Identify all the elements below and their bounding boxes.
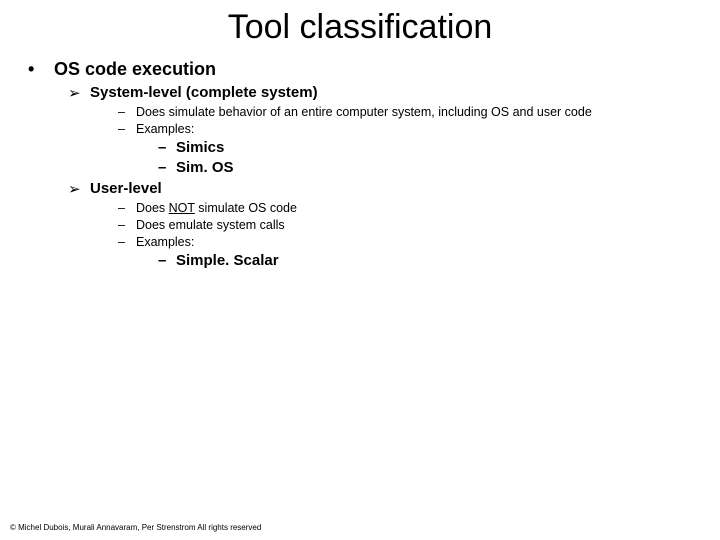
bullet-lvl2: ➢ System-level (complete system) <box>68 84 710 102</box>
slide-body: • OS code execution ➢ System-level (comp… <box>0 59 720 271</box>
lvl3-text: Examples: <box>136 234 194 251</box>
dash-icon: – <box>118 121 136 138</box>
dash-icon: – <box>118 234 136 251</box>
bullet-lvl1: • OS code execution <box>28 59 710 80</box>
bullet-lvl3: – Does emulate system calls <box>118 217 710 234</box>
lvl3-text: Does simulate behavior of an entire comp… <box>136 104 592 121</box>
lvl3-text: Does NOT simulate OS code <box>136 200 297 217</box>
dash-icon: – <box>158 138 176 158</box>
bullet-lvl3: – Does NOT simulate OS code <box>118 200 710 217</box>
underlined-text: NOT <box>169 201 195 215</box>
lvl3-text: Examples: <box>136 121 194 138</box>
bullet-lvl2: ➢ User-level <box>68 180 710 198</box>
bullet-lvl4: – Simics <box>158 138 710 158</box>
dash-icon: – <box>118 200 136 217</box>
lvl2-text: System-level (complete system) <box>90 84 318 101</box>
lvl1-text: OS code execution <box>54 59 216 80</box>
copyright-footer: © Michel Dubois, Murali Annavaram, Per S… <box>10 523 261 532</box>
bullet-lvl3: – Does simulate behavior of an entire co… <box>118 104 710 121</box>
dash-icon: – <box>158 251 176 271</box>
bullet-lvl4: – Sim. OS <box>158 158 710 178</box>
dash-icon: – <box>118 104 136 121</box>
arrow-icon: ➢ <box>68 180 90 198</box>
lvl4-text: Sim. OS <box>176 158 234 178</box>
bullet-lvl3: – Examples: <box>118 121 710 138</box>
bullet-lvl4: – Simple. Scalar <box>158 251 710 271</box>
slide-title: Tool classification <box>0 0 720 59</box>
lvl4-text: Simics <box>176 138 224 158</box>
lvl2-text: User-level <box>90 180 162 197</box>
dot-icon: • <box>28 59 54 80</box>
lvl4-text: Simple. Scalar <box>176 251 279 271</box>
dash-icon: – <box>118 217 136 234</box>
bullet-lvl3: – Examples: <box>118 234 710 251</box>
dash-icon: – <box>158 158 176 178</box>
lvl3-text: Does emulate system calls <box>136 217 285 234</box>
arrow-icon: ➢ <box>68 84 90 102</box>
